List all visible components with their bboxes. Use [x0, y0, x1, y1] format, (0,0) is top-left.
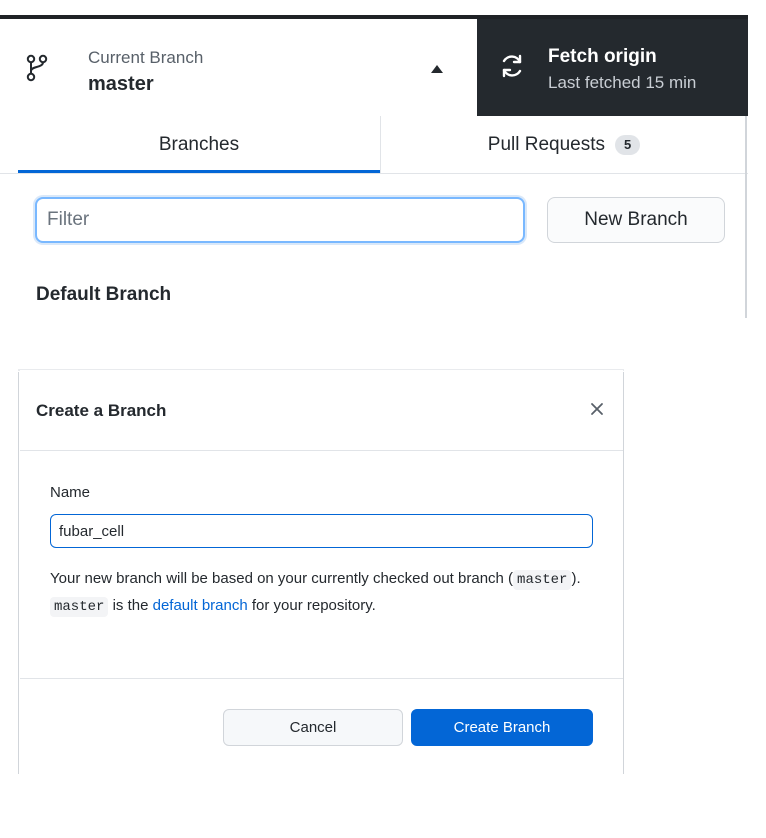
desc-code-master-2: master	[50, 597, 109, 617]
default-branch-link[interactable]: default branch	[153, 597, 248, 614]
dialog-header: Create a Branch	[20, 370, 623, 451]
panel-right-border	[745, 116, 747, 318]
last-fetched-text: Last fetched 15 min	[548, 73, 697, 92]
branch-name-input[interactable]	[50, 514, 593, 548]
current-branch-button[interactable]: Current Branch master	[0, 19, 477, 116]
fetch-origin-title: Fetch origin	[548, 46, 657, 67]
current-branch-name: master	[88, 73, 154, 95]
current-branch-caption: Current Branch	[88, 48, 204, 67]
create-branch-button[interactable]: Create Branch	[411, 709, 593, 746]
desc-text-3: is the	[108, 597, 153, 614]
desc-text-2: ).	[571, 570, 581, 587]
cancel-button[interactable]: Cancel	[223, 709, 403, 746]
branch-tabs: Branches Pull Requests 5	[0, 116, 748, 174]
desc-text-1: Your new branch will be based on your cu…	[50, 570, 514, 587]
desc-code-master-1: master	[513, 570, 572, 590]
dialog-title: Create a Branch	[36, 401, 167, 420]
branch-description: Your new branch will be based on your cu…	[50, 566, 600, 620]
sync-icon	[502, 54, 522, 78]
new-branch-button[interactable]: New Branch	[547, 197, 725, 243]
tab-divider	[0, 173, 748, 174]
fetch-origin-button[interactable]: Fetch origin Last fetched 15 min	[477, 19, 748, 116]
create-branch-dialog: Create a Branch Name Your new branch wil…	[20, 370, 623, 776]
toolbar: Current Branch master Fetch origin Last …	[0, 19, 748, 116]
dialog-left-edge	[18, 372, 19, 774]
dialog-right-edge	[623, 372, 624, 774]
pull-requests-count-badge: 5	[615, 135, 641, 155]
git-branch-icon	[26, 54, 48, 82]
tab-pull-requests-label: Pull Requests	[487, 134, 605, 155]
branch-name-label: Name	[50, 484, 91, 501]
tab-branches[interactable]: Branches	[18, 116, 380, 174]
close-icon[interactable]	[587, 399, 607, 419]
dialog-footer: Cancel Create Branch	[20, 679, 623, 776]
default-branch-header: Default Branch	[36, 284, 172, 305]
branches-panel: Current Branch master Fetch origin Last …	[0, 0, 766, 320]
tab-branches-label: Branches	[158, 134, 240, 155]
tab-pull-requests[interactable]: Pull Requests 5	[380, 116, 747, 174]
caret-up-icon	[431, 65, 443, 73]
branch-filter-input[interactable]	[35, 197, 525, 243]
dialog-body: Name Your new branch will be based on yo…	[20, 451, 623, 679]
desc-text-4: for your repository.	[247, 597, 376, 614]
